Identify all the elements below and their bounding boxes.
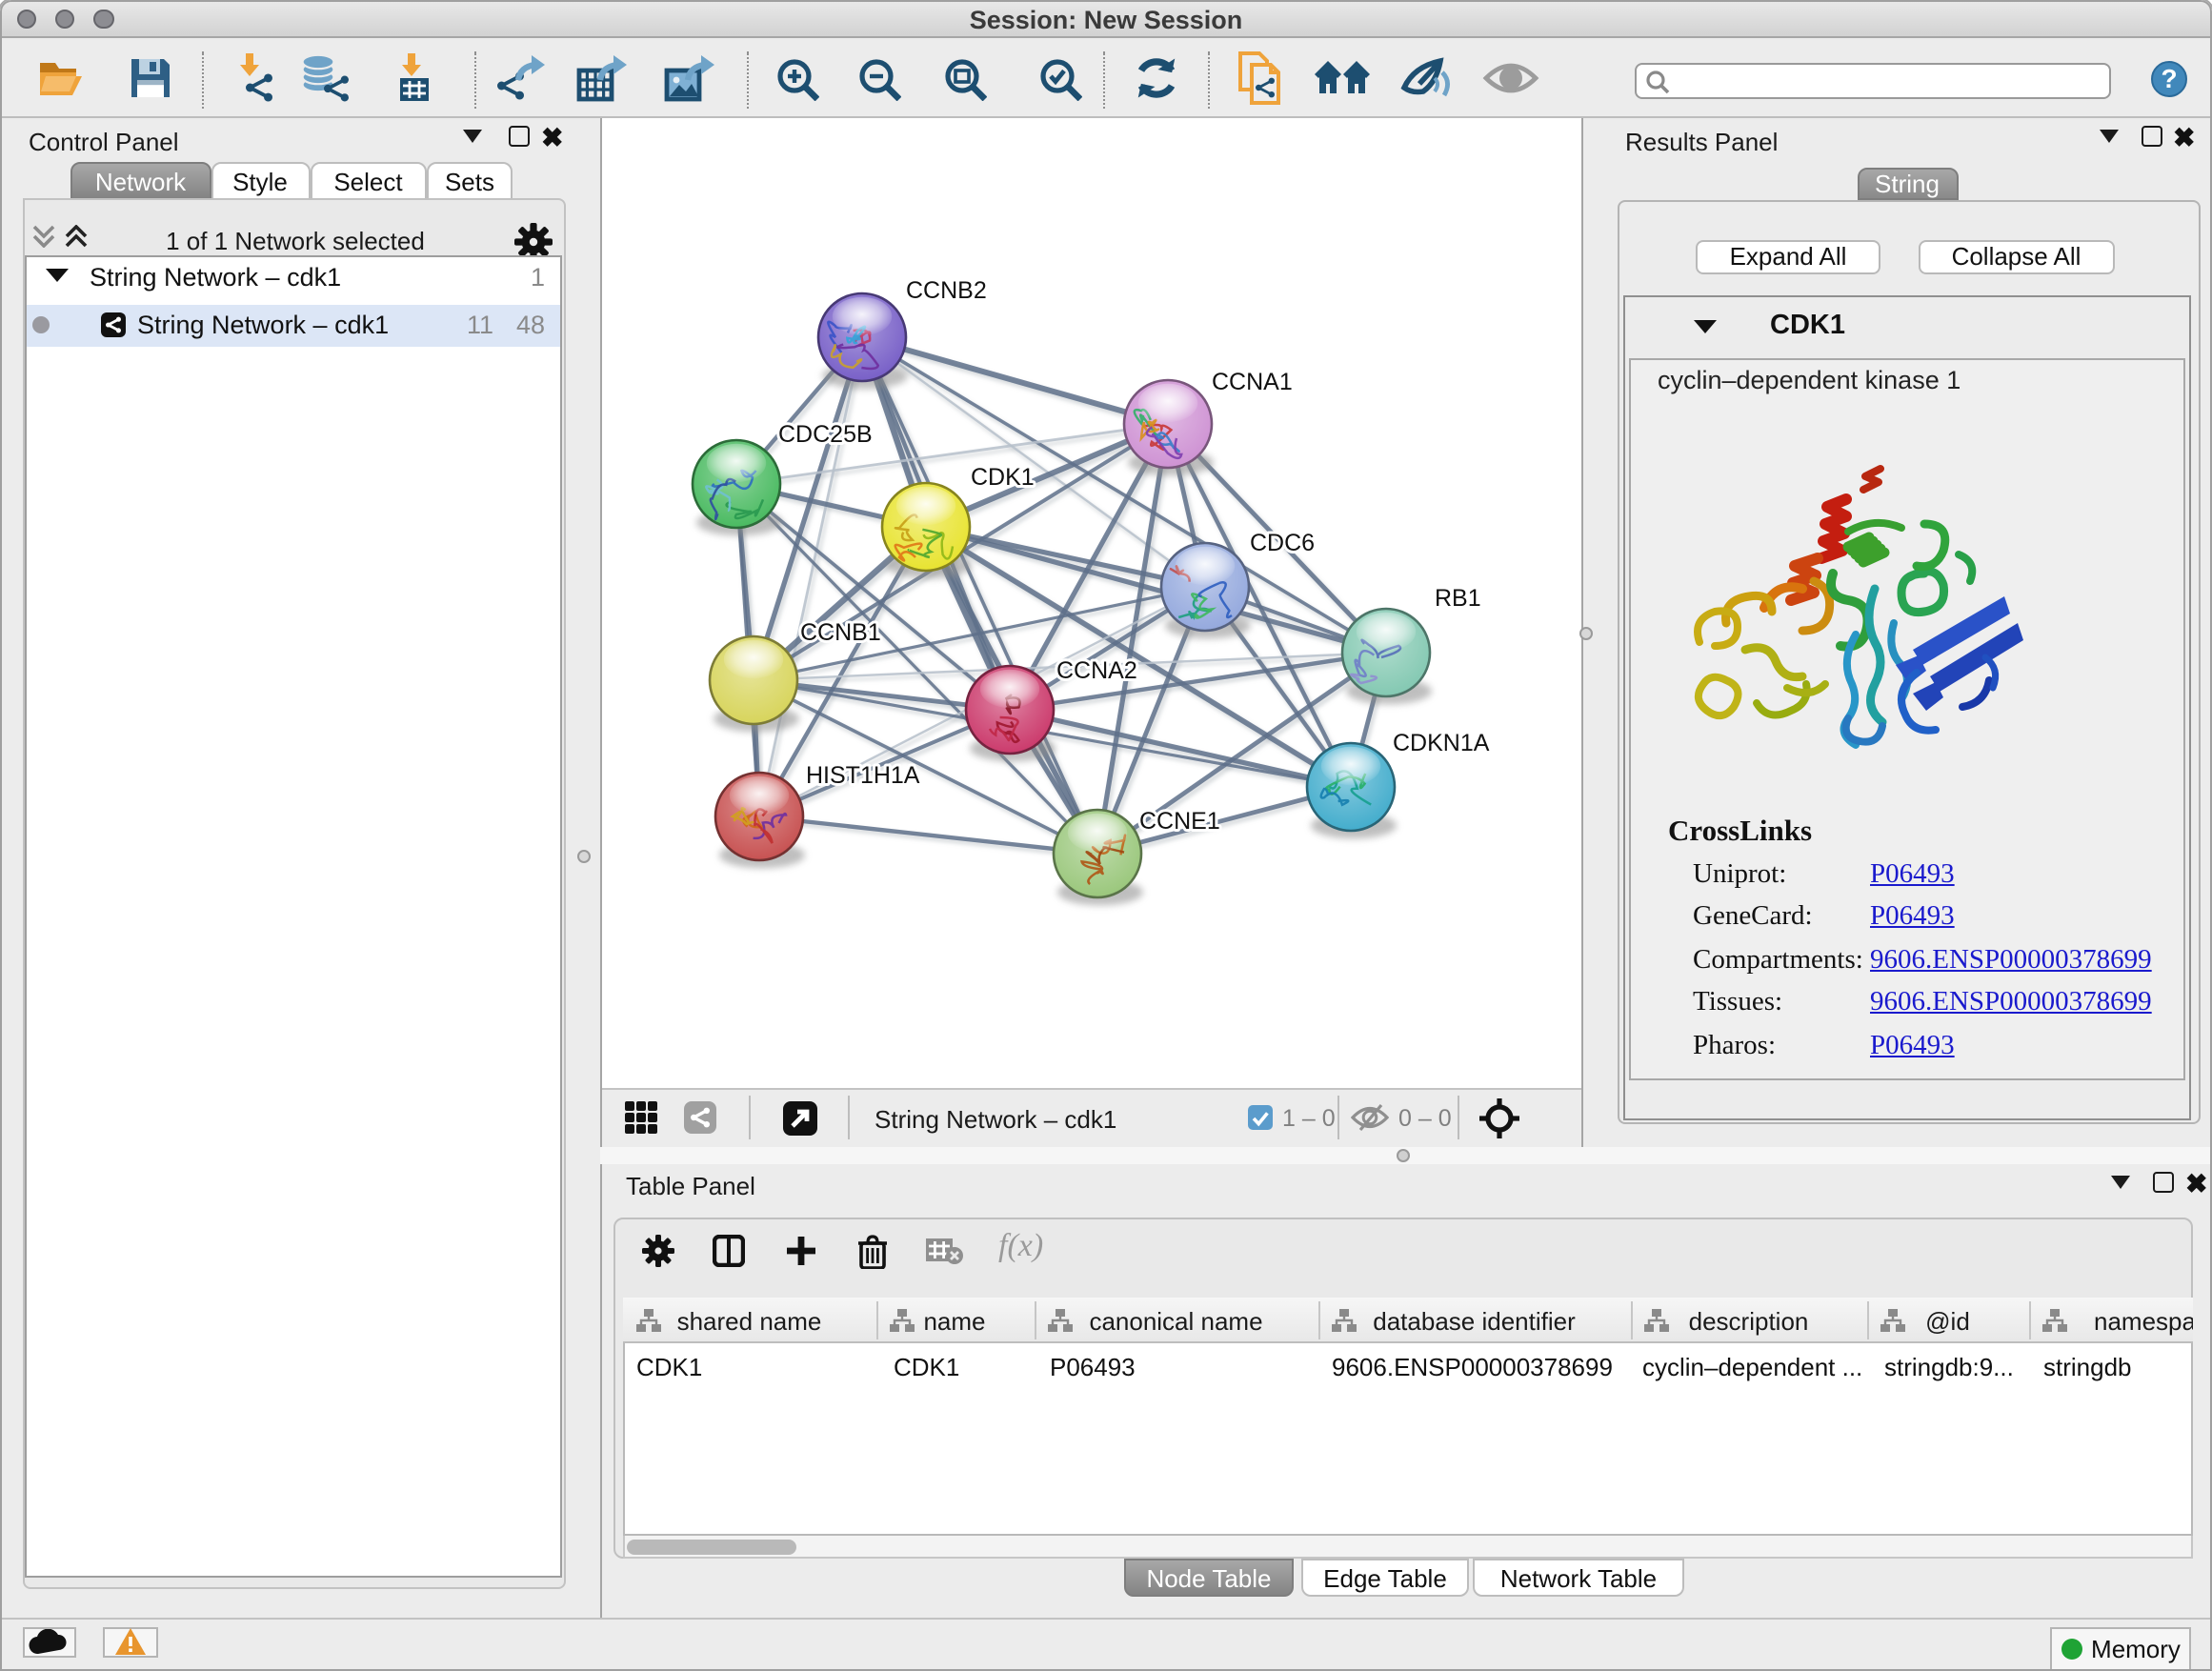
svg-text:CDC25B: CDC25B xyxy=(777,421,872,448)
svg-text:RB1: RB1 xyxy=(1434,585,1480,612)
svg-text:CCNE1: CCNE1 xyxy=(1138,808,1219,835)
svg-text:CDKN1A: CDKN1A xyxy=(1392,730,1489,756)
svg-text:CDC6: CDC6 xyxy=(1249,530,1314,556)
svg-text:CCNB2: CCNB2 xyxy=(905,277,986,304)
svg-text:HIST1H1A: HIST1H1A xyxy=(805,762,919,789)
svg-text:CCNA2: CCNA2 xyxy=(1056,657,1136,684)
svg-text:CCNA1: CCNA1 xyxy=(1211,369,1292,395)
svg-text:CCNB1: CCNB1 xyxy=(799,619,880,646)
svg-text:CDK1: CDK1 xyxy=(970,464,1034,491)
